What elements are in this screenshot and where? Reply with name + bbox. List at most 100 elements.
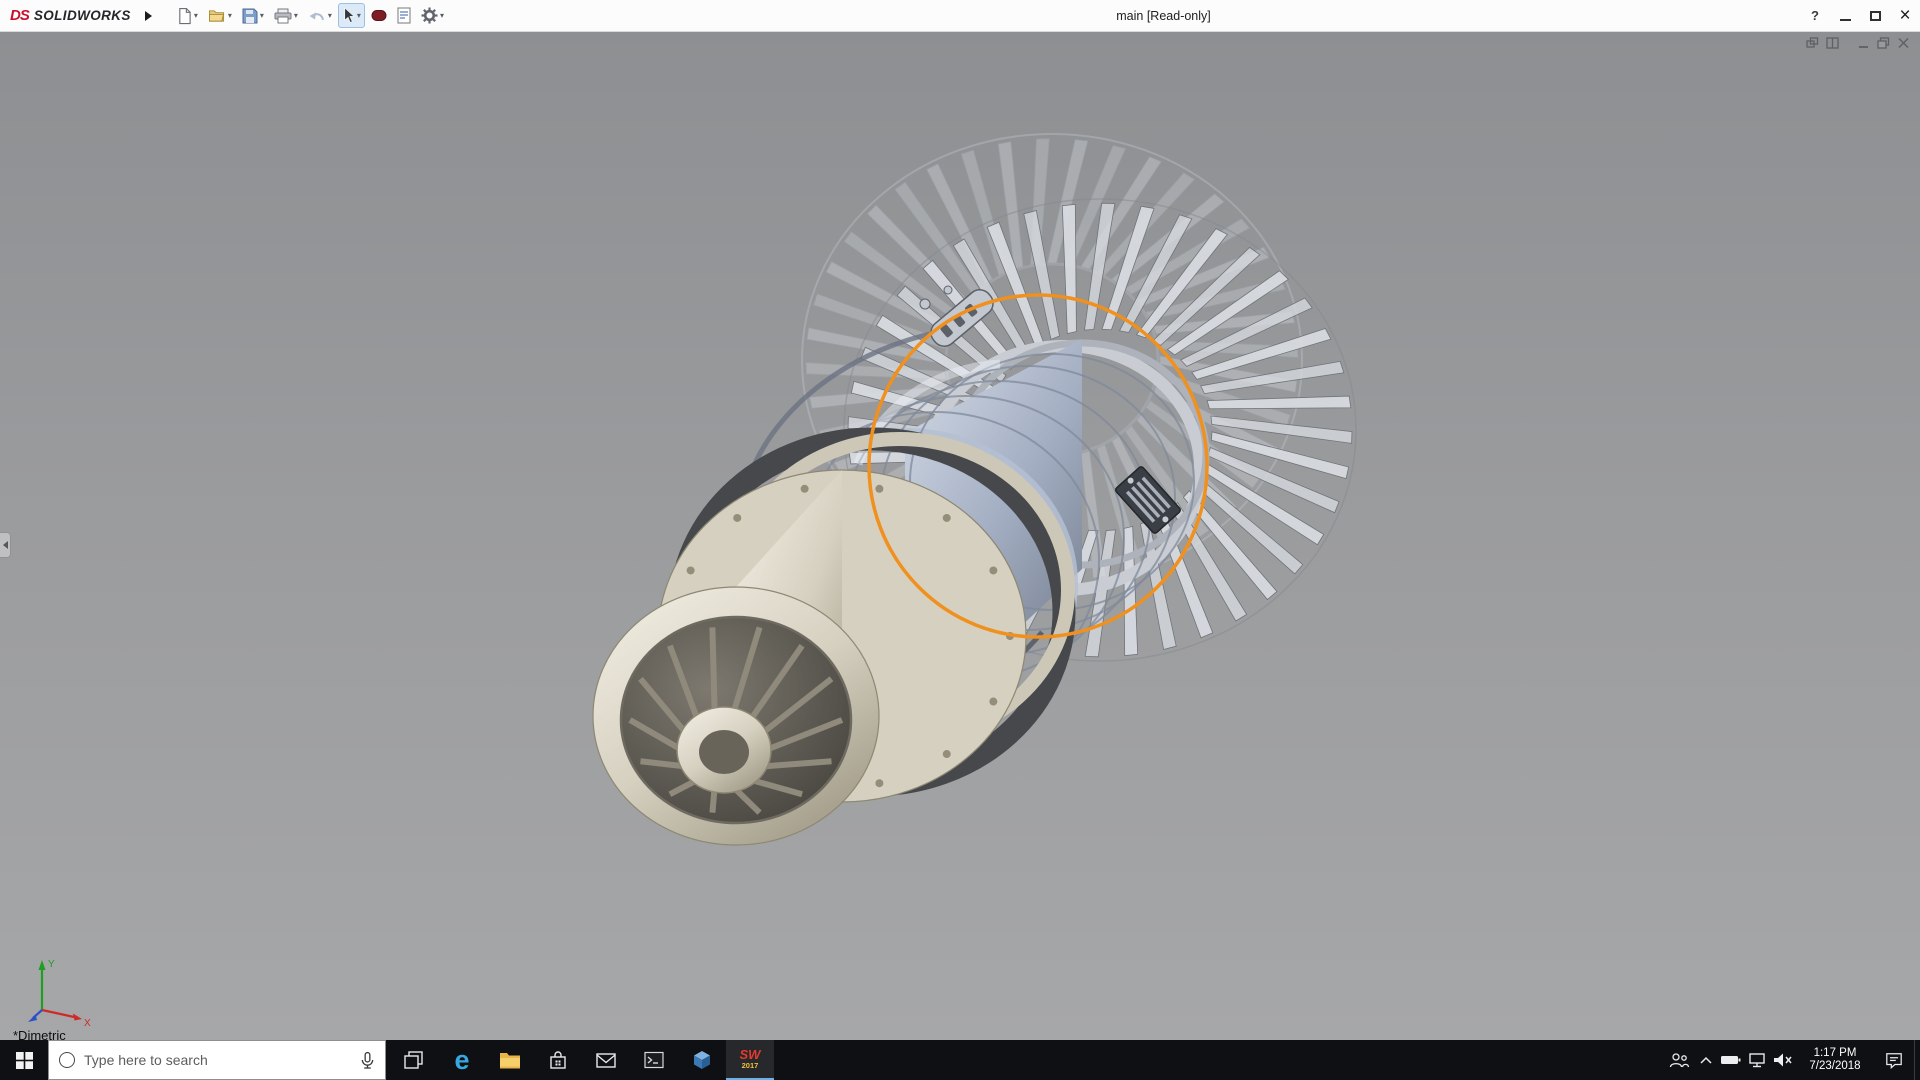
solidworks-app-button[interactable]: SW 2017 <box>726 1040 774 1080</box>
select-caret[interactable]: ▾ <box>357 11 361 20</box>
cortana-icon[interactable] <box>59 1052 75 1068</box>
command-prompt-button[interactable] <box>630 1040 678 1080</box>
taskbar-search[interactable] <box>48 1040 386 1080</box>
close-icon: × <box>1899 6 1910 25</box>
edge-button[interactable]: e <box>438 1040 486 1080</box>
window-title: main [Read-only] <box>1116 9 1211 23</box>
microphone-icon[interactable] <box>360 1051 375 1070</box>
mail-icon <box>594 1049 618 1071</box>
undo-icon <box>308 9 326 23</box>
new-caret[interactable]: ▾ <box>194 11 198 20</box>
taskbar-clock[interactable]: 1:17 PM 7/23/2018 <box>1796 1040 1874 1080</box>
panel-expand-tab[interactable] <box>0 532 11 558</box>
save-icon <box>242 8 258 24</box>
action-center-button[interactable] <box>1874 1040 1914 1080</box>
system-tray: 1:17 PM 7/23/2018 <box>1664 1040 1920 1080</box>
file-explorer-button[interactable] <box>486 1040 534 1080</box>
file-explorer-icon <box>498 1049 522 1071</box>
orientation-triad: Y X <box>24 952 100 1034</box>
battery-icon <box>1720 1052 1742 1068</box>
help-button[interactable]: ? <box>1800 0 1830 31</box>
windows-logo-icon <box>16 1052 33 1069</box>
view-orientation-label: *Dimetric <box>13 1028 66 1040</box>
options-caret[interactable]: ▾ <box>440 11 444 20</box>
save-button[interactable]: ▾ <box>238 4 268 28</box>
show-desktop-button[interactable] <box>1914 1040 1920 1080</box>
network-icon <box>1746 1051 1768 1069</box>
x-axis-label: X <box>84 1018 91 1029</box>
menu-flyout-button[interactable] <box>139 4 159 28</box>
help-icon: ? <box>1811 8 1819 23</box>
print-caret[interactable]: ▾ <box>294 11 298 20</box>
panel-arrow-icon <box>3 541 8 549</box>
ds-logo-icon: DS <box>10 7 29 24</box>
doc-minimize-icon[interactable] <box>1857 37 1870 49</box>
print-icon <box>274 8 292 24</box>
titlebar: DS SOLIDWORKS ▾ ▾ ▾ ▾ ▾ ▾ <box>0 0 1920 32</box>
new-document-button[interactable]: ▾ <box>173 3 202 29</box>
open-button[interactable]: ▾ <box>204 4 236 27</box>
close-button[interactable]: × <box>1890 0 1920 31</box>
task-view-button[interactable] <box>390 1040 438 1080</box>
volume-muted-icon <box>1772 1052 1794 1068</box>
volume-button[interactable] <box>1770 1040 1796 1080</box>
mail-button[interactable] <box>582 1040 630 1080</box>
window-controls: ? × <box>1800 0 1920 31</box>
sw-year-text: 2017 <box>742 1060 759 1071</box>
open-caret[interactable]: ▾ <box>228 11 232 20</box>
doc-close-icon[interactable] <box>1897 37 1910 49</box>
brand-name: SOLIDWORKS <box>34 8 131 23</box>
battery-button[interactable] <box>1718 1040 1744 1080</box>
network-button[interactable] <box>1744 1040 1770 1080</box>
quick-access-toolbar: ▾ ▾ ▾ ▾ ▾ ▾ ▾ <box>173 3 448 29</box>
save-caret[interactable]: ▾ <box>260 11 264 20</box>
taskbar: e <box>0 1040 1920 1080</box>
cascade-windows-icon[interactable] <box>1806 37 1819 49</box>
new-document-icon <box>177 7 192 25</box>
people-button[interactable] <box>1664 1040 1694 1080</box>
cad-app-icon <box>690 1048 714 1072</box>
open-icon <box>208 8 226 23</box>
search-input[interactable] <box>84 1052 351 1068</box>
tile-windows-icon[interactable] <box>1826 37 1839 49</box>
maximize-button[interactable] <box>1860 0 1890 31</box>
print-button[interactable]: ▾ <box>270 4 302 28</box>
bolt-detail-1 <box>920 299 930 309</box>
tray-overflow-button[interactable] <box>1694 1040 1718 1080</box>
y-axis-label: Y <box>48 959 55 970</box>
undo-button[interactable]: ▾ <box>304 5 336 27</box>
clock-time: 1:17 PM <box>1814 1047 1857 1061</box>
app-logo: DS SOLIDWORKS <box>0 7 139 24</box>
clock-date: 7/23/2018 <box>1809 1060 1860 1074</box>
store-button[interactable] <box>534 1040 582 1080</box>
inner-hub-hole <box>699 730 749 774</box>
minimize-button[interactable] <box>1830 0 1860 31</box>
solidworks-2017-icon: SW 2017 <box>740 1049 761 1071</box>
options-button[interactable]: ▾ <box>417 3 448 28</box>
undo-caret[interactable]: ▾ <box>328 11 332 20</box>
engine-model[interactable] <box>0 32 1920 1040</box>
xpress-tools-button[interactable] <box>367 5 391 26</box>
doc-restore-icon[interactable] <box>1877 37 1890 49</box>
action-center-icon <box>1884 1051 1904 1069</box>
task-view-icon <box>402 1048 426 1072</box>
bolt-detail-2 <box>944 286 952 294</box>
minimize-icon <box>1840 19 1851 21</box>
file-properties-icon <box>397 7 411 24</box>
taskbar-apps: e <box>390 1040 774 1080</box>
document-window-controls <box>1806 37 1910 49</box>
z-axis-arrow <box>28 1015 37 1023</box>
options-gear-icon <box>421 7 438 24</box>
select-cursor-icon <box>342 7 355 24</box>
chevron-up-icon <box>1699 1055 1713 1065</box>
people-icon <box>1668 1051 1690 1069</box>
graphics-viewport[interactable]: Y X *Dimetric <box>0 32 1920 1040</box>
start-button[interactable] <box>0 1040 48 1080</box>
select-button[interactable]: ▾ <box>338 3 365 28</box>
cad-app-button[interactable] <box>678 1040 726 1080</box>
edge-icon: e <box>454 1047 469 1074</box>
sw-logo-text: SW <box>740 1049 761 1060</box>
menu-flyout-arrow-icon <box>145 11 152 21</box>
file-properties-button[interactable] <box>393 3 415 28</box>
store-icon <box>546 1048 570 1072</box>
